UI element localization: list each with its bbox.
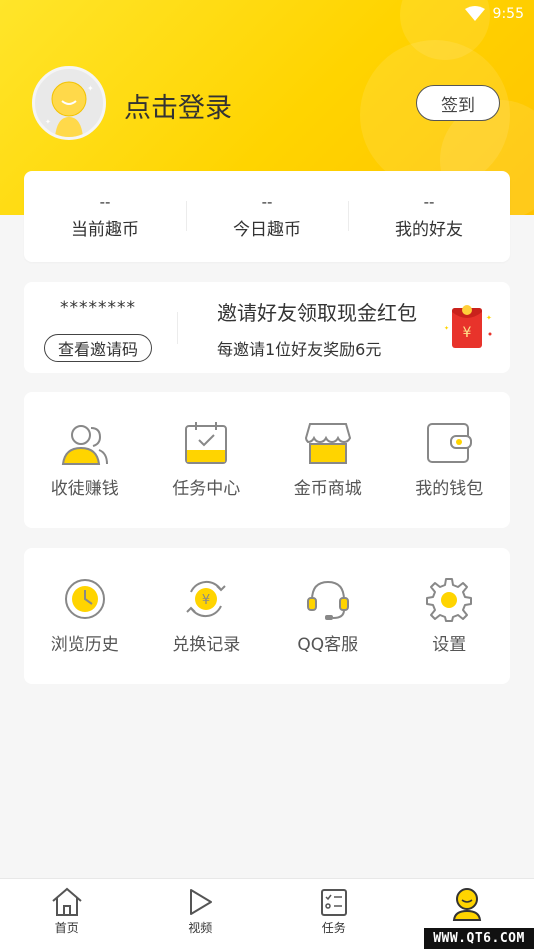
svg-text:✦: ✦ [87,84,94,93]
tab-label: 任务 [322,919,346,936]
menu-card-secondary: 浏览历史 ¥ 兑换记录 QQ客服 设置 [24,548,510,684]
svg-text:✦: ✦ [486,314,492,322]
invite-subtitle: 每邀请1位好友奖励6元 [217,336,381,360]
gear-icon [426,576,472,622]
menu-item-exchange-records[interactable]: ¥ 兑换记录 [146,548,268,684]
menu-label: QQ客服 [297,630,358,655]
stat-current-coins[interactable]: -- 当前趣币 [24,171,186,262]
svg-text:✦: ✦ [444,325,449,332]
stat-value: -- [262,193,273,211]
tab-label: 首页 [55,919,79,936]
menu-item-task-center[interactable]: 任务中心 [146,392,268,528]
stat-label: 当前趣币 [71,215,139,240]
stat-today-coins[interactable]: -- 今日趣币 [186,171,348,262]
invite-title: 邀请好友领取现金红包 [217,297,417,326]
signin-button[interactable]: 签到 [416,85,500,121]
menu-item-coin-mall[interactable]: 金币商城 [267,392,389,528]
menu-label: 浏览历史 [51,630,119,655]
stats-card: -- 当前趣币 -- 今日趣币 -- 我的好友 [24,171,510,262]
watermark: WWW.QT6.COM [424,928,534,949]
stat-label: 我的好友 [395,215,463,240]
menu-label: 任务中心 [172,474,240,499]
red-packet-icon[interactable]: ¥ ✦ ✦ [440,300,496,356]
home-icon [50,887,84,917]
avatar[interactable]: ✦ ✦ [32,66,106,140]
status-bar: 9:55 [465,6,524,22]
menu-label: 设置 [432,630,466,655]
menu-card-primary: 收徒赚钱 任务中心 金币商城 我的钱包 [24,392,510,528]
menu-label: 兑换记录 [172,630,240,655]
invite-code-mask: ******** [36,298,160,318]
menu-item-apprentice[interactable]: 收徒赚钱 [24,392,146,528]
menu-label: 收徒赚钱 [51,474,119,499]
wallet-icon [425,420,473,466]
menu-item-history[interactable]: 浏览历史 [24,548,146,684]
stat-label: 今日趣币 [233,215,301,240]
red-packet-symbol: ¥ [463,325,472,341]
tab-home[interactable]: 首页 [0,879,134,950]
exchange-yuan-icon: ¥ [183,576,229,622]
svg-text:✦: ✦ [45,118,51,126]
wifi-icon [465,6,485,22]
exchange-symbol: ¥ [202,593,210,608]
avatar-icon: ✦ ✦ [35,69,103,137]
view-invite-code-button[interactable]: 查看邀请码 [44,334,152,362]
menu-item-qq-support[interactable]: QQ客服 [267,548,389,684]
play-icon [185,887,215,917]
stat-value: -- [100,193,111,211]
menu-label: 我的钱包 [415,474,483,499]
calendar-check-icon [183,420,229,466]
status-time: 9:55 [493,6,524,22]
tab-video[interactable]: 视频 [134,879,268,950]
profile-icon [450,887,484,921]
tab-tasks[interactable]: 任务 [267,879,401,950]
headset-icon [305,576,351,622]
menu-item-settings[interactable]: 设置 [389,548,511,684]
stat-my-friends[interactable]: -- 我的好友 [348,171,510,262]
task-list-icon [319,887,349,917]
login-link[interactable]: 点击登录 [124,86,232,125]
tab-label: 视频 [188,919,212,936]
divider [177,312,178,344]
users-icon [59,422,111,466]
menu-item-wallet[interactable]: 我的钱包 [389,392,511,528]
stat-value: -- [424,193,435,211]
menu-label: 金币商城 [294,474,362,499]
clock-icon [62,576,108,622]
shop-icon [304,420,352,466]
